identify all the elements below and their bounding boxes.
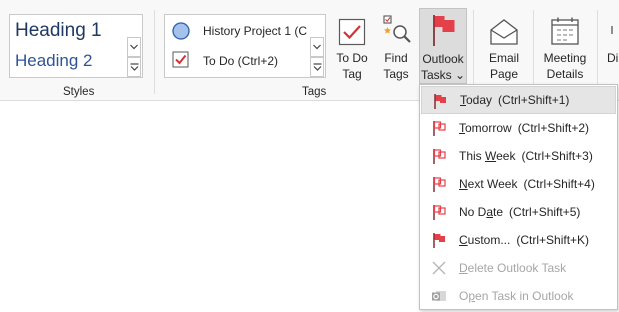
find-tags-icon — [383, 15, 411, 43]
menu-item-today[interactable]: Today (Ctrl+Shift+1) — [421, 86, 616, 114]
tag-item-label: To Do (Ctrl+2) — [203, 54, 279, 68]
partial-icon — [611, 26, 613, 34]
more-icon — [313, 62, 321, 71]
more-icon — [130, 62, 138, 71]
menu-item-no-date[interactable]: No Date (Ctrl+Shift+5) — [421, 198, 616, 226]
menu-item-custom[interactable]: Custom... (Ctrl+Shift+K) — [421, 226, 616, 254]
tags-scroll-down-button[interactable] — [310, 37, 324, 57]
email-page-button[interactable]: Email Page — [481, 8, 527, 84]
group-separator — [473, 10, 474, 94]
red-flag-icon — [433, 233, 445, 248]
menu-item-delete-outlook-task[interactable]: Delete Outlook Task — [421, 254, 616, 282]
menu-item-tomorrow[interactable]: Tomorrow (Ctrl+Shift+2) — [421, 114, 616, 142]
menu-item-this-week[interactable]: This Week (Ctrl+Shift+3) — [421, 142, 616, 170]
circle-icon — [172, 22, 190, 40]
menu-item-open-task-in-outlook[interactable]: Open Task in Outlook — [421, 282, 616, 310]
meeting-details-button[interactable]: Meeting Details — [540, 8, 590, 84]
checkbox-icon — [172, 51, 189, 68]
gallery-scroll-down-button[interactable] — [127, 37, 141, 57]
delete-x-icon — [432, 261, 446, 275]
tags-group-label: Tags — [302, 86, 327, 98]
group-separator — [533, 10, 534, 94]
outlook-tasks-menu: Today (Ctrl+Shift+1) Tomorrow (Ctrl+Shift+… — [419, 84, 618, 310]
chevron-down-icon — [130, 44, 138, 50]
style-heading-1[interactable]: Heading 1 — [15, 20, 102, 42]
group-separator — [597, 10, 598, 94]
todo-tag-button[interactable]: To Do Tag — [334, 8, 370, 84]
partial-button[interactable]: Di — [604, 8, 619, 84]
calendar-icon — [551, 17, 579, 45]
menu-item-next-week[interactable]: Next Week (Ctrl+Shift+4) — [421, 170, 616, 198]
tag-item-label: History Project 1 (C — [203, 24, 308, 38]
find-tags-button[interactable]: Find Tags — [378, 8, 414, 84]
red-flag-icon — [433, 177, 446, 192]
group-separator — [154, 10, 155, 94]
outlook-icon — [432, 291, 446, 301]
tag-item-history-project[interactable] — [171, 19, 191, 43]
todo-checkbox-icon — [338, 18, 366, 46]
styles-gallery[interactable]: Heading 1 Heading 2 — [9, 14, 143, 78]
red-flag-icon — [433, 121, 446, 136]
red-flag-icon — [433, 149, 446, 164]
outlook-tasks-button[interactable]: Outlook Tasks ⌄ — [419, 8, 467, 84]
red-flag-icon — [434, 94, 446, 109]
tag-item-todo[interactable] — [171, 48, 191, 72]
styles-group-label: Styles — [63, 86, 95, 98]
style-heading-2[interactable]: Heading 2 — [15, 51, 93, 71]
gallery-more-button[interactable] — [127, 57, 141, 77]
tags-gallery[interactable]: History Project 1 (C To Do (Ctrl+2) — [164, 14, 326, 78]
outlook-flag-icon — [433, 15, 455, 46]
tags-more-button[interactable] — [310, 57, 324, 77]
red-flag-icon — [433, 205, 446, 220]
chevron-down-icon — [313, 44, 321, 50]
email-envelope-icon — [490, 19, 518, 45]
